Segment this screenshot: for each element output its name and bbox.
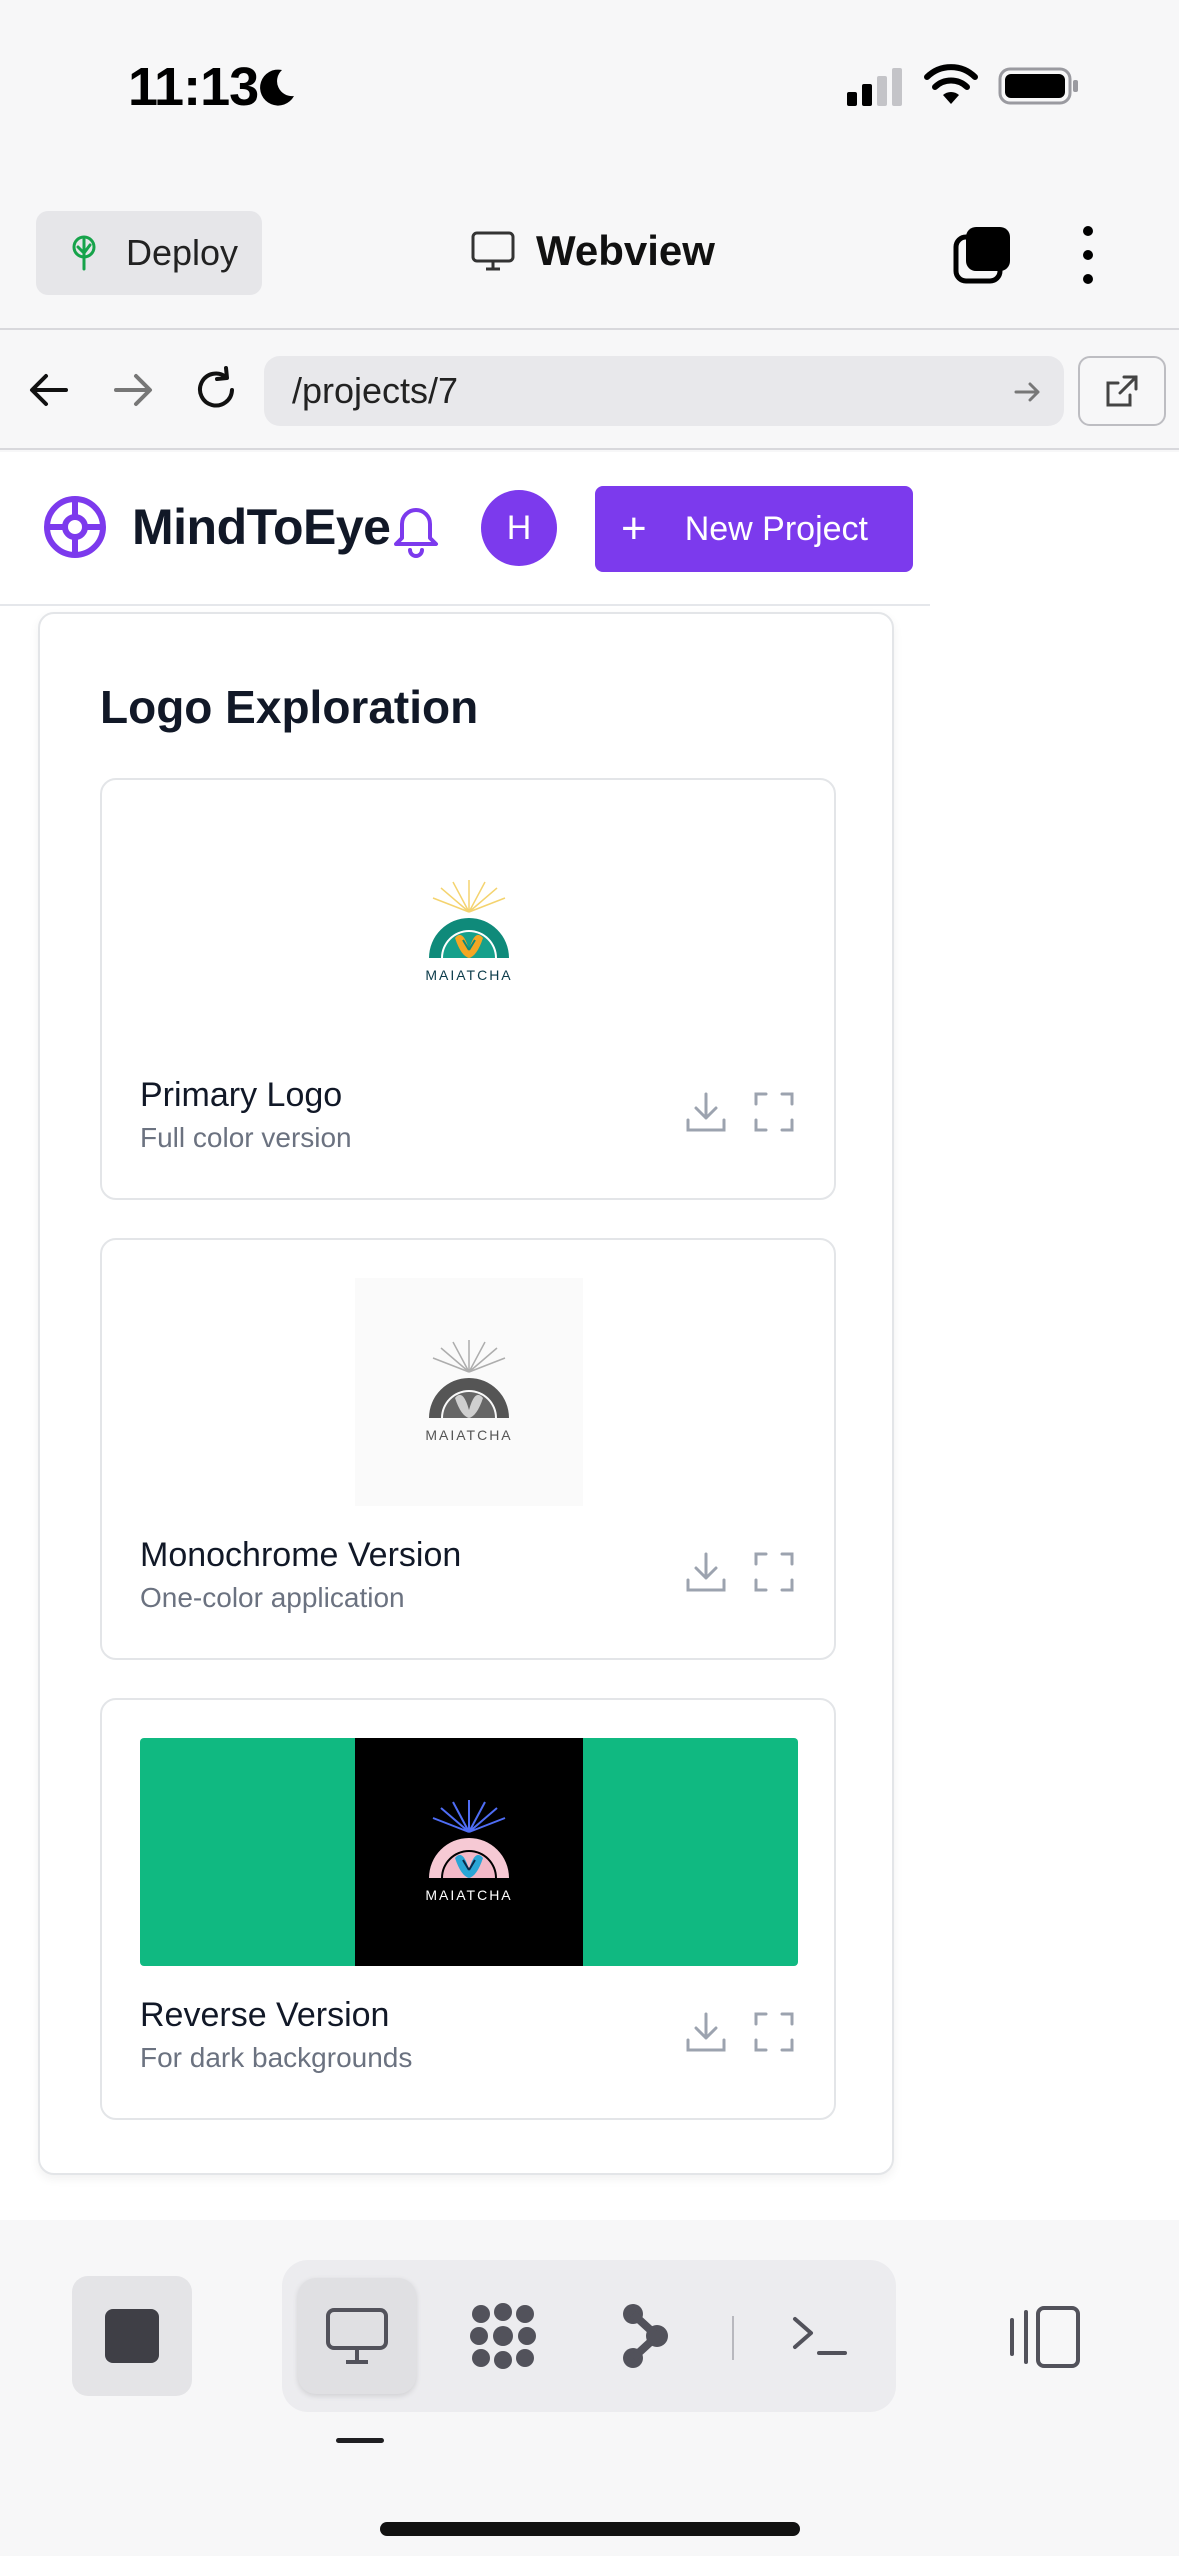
fullscreen-icon[interactable] bbox=[752, 1550, 796, 1594]
bottom-toolbar bbox=[0, 2220, 1179, 2556]
apps-tool-button[interactable] bbox=[444, 2278, 562, 2394]
download-icon[interactable] bbox=[684, 1550, 728, 1594]
app-bar: Deploy Webview bbox=[0, 175, 1179, 330]
stop-button[interactable] bbox=[72, 2276, 192, 2396]
reload-icon[interactable] bbox=[190, 364, 242, 416]
maiatcha-reverse-logo-image: MAIATCHA bbox=[425, 1800, 512, 1903]
asset-card-reverse[interactable]: MAIATCHA Reverse Version For dark backgr… bbox=[100, 1698, 836, 2120]
new-project-button[interactable]: + New Project bbox=[595, 486, 913, 572]
download-icon[interactable] bbox=[684, 2010, 728, 2054]
terminal-icon bbox=[793, 2317, 847, 2355]
monitor-icon bbox=[471, 231, 515, 271]
cellular-signal-icon bbox=[847, 68, 902, 106]
open-external-button[interactable] bbox=[1078, 356, 1166, 426]
url-text: /projects/7 bbox=[292, 370, 459, 411]
wifi-icon bbox=[924, 64, 978, 104]
branch-icon bbox=[623, 2304, 668, 2368]
reverse-logo-frame: MAIATCHA bbox=[355, 1738, 583, 1966]
asset-card-monochrome[interactable]: MAIATCHA Monochrome Version One-color ap… bbox=[100, 1238, 836, 1660]
asset-actions bbox=[684, 1090, 796, 1134]
stop-icon bbox=[105, 2309, 159, 2363]
battery-icon bbox=[998, 67, 1078, 105]
asset-card-primary[interactable]: MAIATCHA Primary Logo Full color version bbox=[100, 778, 836, 1200]
deploy-label: Deploy bbox=[126, 232, 239, 273]
more-vertical-icon[interactable] bbox=[1072, 223, 1104, 287]
url-bar: /projects/7 bbox=[0, 332, 1179, 450]
home-indicator[interactable] bbox=[380, 2522, 800, 2536]
asset-name: Primary Logo bbox=[140, 1076, 343, 1114]
forward-arrow-icon[interactable] bbox=[106, 364, 158, 416]
status-time: 11:13 bbox=[128, 57, 259, 117]
branch-tool-button[interactable] bbox=[586, 2278, 704, 2394]
asset-name: Reverse Version bbox=[140, 1996, 390, 2034]
terminal-tool-button[interactable] bbox=[760, 2278, 878, 2394]
mono-logo-frame: MAIATCHA bbox=[355, 1278, 583, 1506]
deploy-tree-icon bbox=[72, 235, 96, 271]
fullscreen-icon[interactable] bbox=[752, 2010, 796, 2054]
brand-name[interactable]: MindToEye bbox=[132, 498, 391, 556]
asset-preview[interactable]: MAIATCHA bbox=[140, 1738, 798, 1966]
go-arrow-icon[interactable] bbox=[1012, 376, 1044, 408]
tool-group bbox=[282, 2260, 896, 2412]
download-icon[interactable] bbox=[684, 1090, 728, 1134]
asset-description: For dark backgrounds bbox=[140, 2042, 413, 2073]
user-avatar[interactable]: H bbox=[481, 490, 557, 566]
maiatcha-mono-logo-image: MAIATCHA bbox=[425, 1340, 512, 1443]
toolbar-divider bbox=[732, 2316, 734, 2360]
external-link-icon bbox=[1106, 375, 1138, 407]
plus-icon: + bbox=[621, 504, 647, 553]
asset-preview[interactable]: MAIATCHA bbox=[140, 818, 798, 1046]
apps-grid-icon bbox=[470, 2303, 536, 2369]
moon-icon bbox=[260, 69, 294, 106]
site-header: MindToEye H + New Project bbox=[0, 452, 930, 606]
logo-text: MAIATCHA bbox=[425, 1427, 512, 1443]
notification-bell-icon[interactable] bbox=[388, 498, 444, 558]
split-view-icon[interactable] bbox=[1004, 2302, 1084, 2372]
webview-content: MindToEye H + New Project Logo Explorati… bbox=[0, 452, 1179, 2220]
section-title: Logo Exploration bbox=[100, 681, 479, 733]
deploy-button[interactable]: Deploy bbox=[36, 211, 262, 295]
asset-name: Monochrome Version bbox=[140, 1536, 462, 1574]
new-project-label: New Project bbox=[684, 509, 868, 548]
logo-exploration-section: Logo Exploration MAIATCHA Primary Logo F… bbox=[38, 612, 894, 2175]
active-tab-indicator bbox=[336, 2438, 384, 2443]
asset-actions bbox=[684, 1550, 796, 1594]
fullscreen-icon[interactable] bbox=[752, 1090, 796, 1134]
webview-title: Webview bbox=[470, 227, 715, 275]
back-arrow-icon[interactable] bbox=[24, 364, 76, 416]
asset-actions bbox=[684, 2010, 796, 2054]
asset-description: One-color application bbox=[140, 1582, 405, 1613]
webview-title-label: Webview bbox=[536, 227, 715, 274]
asset-preview[interactable]: MAIATCHA bbox=[140, 1278, 798, 1506]
tabs-icon[interactable] bbox=[952, 225, 1012, 285]
maiatcha-logo-image: MAIATCHA bbox=[425, 880, 512, 983]
logo-text: MAIATCHA bbox=[425, 1887, 512, 1903]
asset-description: Full color version bbox=[140, 1122, 352, 1153]
crosshair-logo-icon[interactable] bbox=[42, 494, 108, 560]
desktop-icon bbox=[326, 2308, 388, 2364]
logo-text: MAIATCHA bbox=[425, 967, 512, 983]
url-input[interactable]: /projects/7 bbox=[264, 356, 1064, 426]
desktop-tool-button[interactable] bbox=[298, 2278, 416, 2394]
status-bar: 11:13 bbox=[0, 0, 1179, 175]
